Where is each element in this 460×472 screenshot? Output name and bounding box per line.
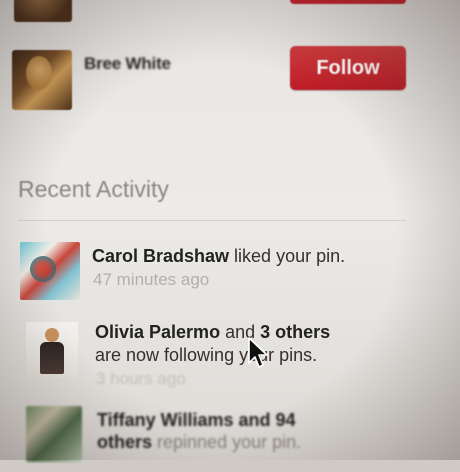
activity-action: are now following your pins. <box>95 345 318 365</box>
actor-name[interactable]: Tiffany Williams <box>97 410 234 430</box>
follow-button[interactable]: Follow <box>290 46 406 90</box>
follow-suggestion-row: Bree White Follow <box>0 46 460 116</box>
activity-action: liked your pin. <box>229 246 346 266</box>
screen: Bree White Follow Recent Activity Carol … <box>0 0 460 462</box>
others-link[interactable]: others <box>97 432 152 452</box>
section-title: Recent Activity <box>18 176 169 202</box>
user-name[interactable]: Bree White <box>84 54 171 74</box>
user-thumbnail[interactable] <box>26 322 78 378</box>
follow-row-partial <box>0 0 460 22</box>
pin-thumbnail[interactable] <box>20 242 80 300</box>
pin-thumbnail[interactable] <box>26 406 82 462</box>
avatar <box>14 0 72 22</box>
activity-text: Carol Bradshaw liked your pin. <box>92 246 345 267</box>
actor-name[interactable]: Olivia Palermo <box>95 322 220 342</box>
activity-text: Olivia Palermo and 3 others <box>95 322 330 343</box>
activity-item[interactable]: Carol Bradshaw liked your pin. 47 minute… <box>0 240 460 310</box>
activity-time: 47 minutes ago <box>93 270 210 289</box>
activity-action: repinned your pin. <box>152 432 302 452</box>
activity-time: 3 hours ago <box>96 369 186 388</box>
actor-name[interactable]: Carol Bradshaw <box>92 246 229 266</box>
activity-item[interactable]: Tiffany Williams and 94 others repinned … <box>0 402 460 472</box>
activity-item[interactable]: Olivia Palermo and 3 others are now foll… <box>0 318 460 393</box>
divider <box>18 220 406 221</box>
follow-button-partial[interactable] <box>290 0 406 4</box>
activity-action-line: others repinned your pin. <box>97 432 301 453</box>
activity-text: Tiffany Williams and 94 <box>97 410 296 431</box>
arrow-pointer-icon <box>248 337 268 368</box>
activity-connector: and 94 <box>233 410 296 430</box>
avatar <box>12 50 72 110</box>
